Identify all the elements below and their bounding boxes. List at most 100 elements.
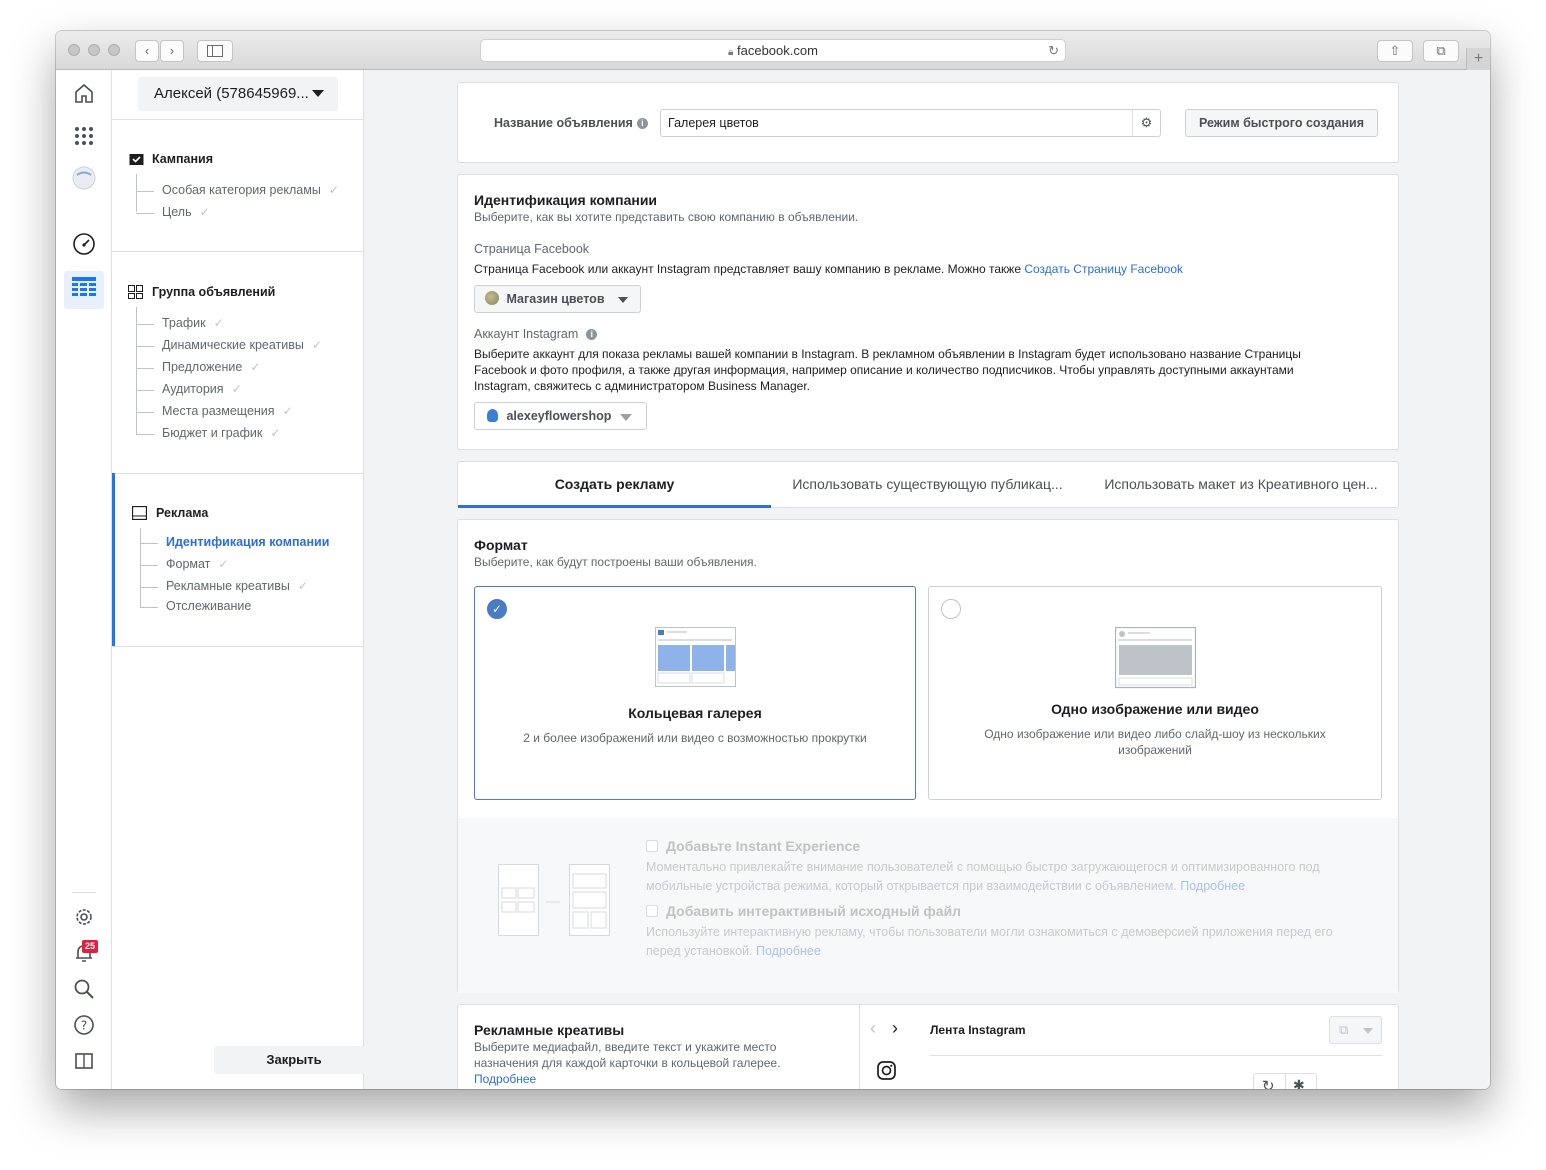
minimize-window-button[interactable] bbox=[88, 44, 100, 56]
single-image-title: Одно изображение или видео bbox=[1051, 701, 1259, 717]
page-content: 25 ? Алексей (578645969... Кампания Особ… bbox=[56, 70, 1490, 1089]
editor-navigation: Алексей (578645969... Кампания Особая ка… bbox=[112, 70, 374, 1089]
gear-icon[interactable]: ⚙ bbox=[1132, 110, 1160, 136]
quick-creation-mode-button[interactable]: Режим быстрого создания bbox=[1185, 109, 1378, 137]
nav-section-campaign[interactable]: Кампания bbox=[152, 152, 213, 166]
preview-share-dropdown[interactable]: ⧉ bbox=[1329, 1016, 1382, 1044]
forward-button[interactable]: › bbox=[160, 40, 184, 62]
nav-item-offer[interactable]: Предложение ✓ bbox=[136, 360, 261, 374]
check-icon: ✓ bbox=[282, 404, 293, 418]
identity-card: Идентификация компании Выберите, как вы … bbox=[457, 174, 1399, 450]
back-button[interactable]: ‹ bbox=[135, 40, 159, 62]
nav-item-audience[interactable]: Аудитория ✓ bbox=[136, 382, 242, 396]
refresh-icon[interactable]: ↻ bbox=[1262, 1077, 1275, 1089]
nav-item-objective[interactable]: Цель ✓ bbox=[136, 205, 210, 219]
sidebar-toggle-button[interactable] bbox=[197, 40, 233, 62]
nav-item-tracking[interactable]: Отслеживание bbox=[140, 599, 251, 613]
settings-gear-icon[interactable] bbox=[70, 906, 98, 934]
identity-subtitle: Выберите, как вы хотите представить свою… bbox=[474, 210, 859, 224]
instagram-account-name: alexeyflowershop bbox=[506, 409, 612, 423]
chevron-right-icon: › bbox=[892, 1018, 898, 1038]
bug-report-icon[interactable]: ✱ bbox=[1293, 1077, 1305, 1089]
nav-item-special-category[interactable]: Особая категория рекламы ✓ bbox=[136, 183, 339, 197]
create-page-link[interactable]: Создать Страницу Facebook bbox=[1024, 262, 1183, 276]
nav-divider bbox=[112, 646, 364, 647]
nav-section-adset[interactable]: Группа объявлений bbox=[152, 285, 275, 299]
playable-asset-checkbox[interactable] bbox=[646, 905, 658, 917]
format-title: Формат bbox=[474, 537, 528, 553]
zoom-window-button[interactable] bbox=[108, 44, 120, 56]
share-icon: ⇧ bbox=[1389, 43, 1401, 58]
instant-experience-checkbox[interactable] bbox=[646, 840, 658, 852]
ad-name-label: Название объявления i bbox=[494, 116, 648, 130]
url-text: facebook.com bbox=[737, 43, 818, 58]
account-selector[interactable]: Алексей (578645969... bbox=[138, 77, 338, 111]
ad-creative-learn-more-link[interactable]: Подробнее bbox=[474, 1071, 780, 1087]
share-button[interactable]: ⇧ bbox=[1377, 40, 1413, 62]
nav-divider bbox=[112, 251, 364, 252]
nav-item-placements[interactable]: Места размещения ✓ bbox=[136, 404, 293, 418]
single-image-radio[interactable] bbox=[941, 599, 961, 619]
address-bar[interactable]: 🔒︎ facebook.com ↻ bbox=[480, 39, 1066, 62]
nav-item-format[interactable]: Формат ✓ bbox=[140, 557, 228, 571]
tree-line bbox=[136, 307, 137, 435]
nav-item-identity[interactable]: Идентификация компании bbox=[140, 535, 329, 549]
instant-experience-illustration-icon bbox=[498, 864, 610, 936]
instagram-account-dropdown[interactable]: alexeyflowershop bbox=[474, 402, 647, 430]
instagram-icon[interactable] bbox=[877, 1061, 896, 1080]
nav-item-ad-creative[interactable]: Рекламные креативы ✓ bbox=[140, 579, 308, 593]
playable-asset-option: Добавить интерактивный исходный файл bbox=[646, 903, 961, 919]
report-icon[interactable] bbox=[70, 1050, 98, 1078]
check-icon: ✓ bbox=[250, 360, 261, 374]
main-editor: Название объявления i Галерея цветов ⚙ Ре… bbox=[457, 70, 1399, 1089]
nav-section-ad[interactable]: Реклама bbox=[156, 506, 208, 520]
single-image-illustration-icon bbox=[1115, 627, 1196, 689]
format-subtitle: Выберите, как будут построены ваши объяв… bbox=[474, 555, 757, 569]
format-option-carousel[interactable]: ✓ Кольцевая галерея 2 и более изображени… bbox=[474, 586, 916, 800]
instagram-avatar-icon bbox=[487, 409, 498, 422]
notifications-bell-icon[interactable]: 25 bbox=[70, 940, 98, 970]
nav-item-traffic[interactable]: Трафик ✓ bbox=[136, 316, 224, 330]
playable-asset-learn-more-link[interactable]: Подробнее bbox=[756, 944, 821, 958]
facebook-page-dropdown[interactable]: Магазин цветов bbox=[474, 285, 641, 313]
caret-down-icon bbox=[312, 90, 324, 97]
preview-toolbar: ↻ ✱ bbox=[1253, 1073, 1317, 1089]
ad-name-value: Галерея цветов bbox=[668, 116, 759, 130]
caret-down-icon bbox=[1363, 1028, 1373, 1034]
instagram-description: Выберите аккаунт для показа рекламы ваше… bbox=[474, 347, 1301, 393]
format-card: Формат Выберите, как будут построены ваш… bbox=[457, 519, 1399, 993]
preview-next-button[interactable]: › bbox=[892, 1018, 898, 1039]
tree-line bbox=[140, 528, 141, 608]
ad-name-input[interactable]: Галерея цветов ⚙ bbox=[660, 109, 1161, 137]
help-icon[interactable]: ? bbox=[70, 1014, 98, 1042]
reload-icon[interactable]: ↻ bbox=[1048, 40, 1059, 62]
chevron-left-icon: ‹ bbox=[870, 1018, 876, 1038]
preview-prev-button[interactable]: ‹ bbox=[870, 1018, 876, 1039]
nav-item-budget-schedule[interactable]: Бюджет и график ✓ bbox=[136, 426, 280, 440]
account-name: Алексей (578645969... bbox=[154, 85, 309, 102]
chevron-left-icon: ‹ bbox=[144, 43, 150, 58]
external-link-icon: ⧉ bbox=[1339, 1022, 1349, 1037]
format-option-single-image[interactable]: Одно изображение или видео Одно изображе… bbox=[928, 586, 1382, 800]
new-tab-button[interactable]: + bbox=[1466, 48, 1490, 70]
tab-use-creative-hub-mockup[interactable]: Использовать макет из Креативного цен... bbox=[1084, 462, 1398, 508]
tabs-overview-button[interactable]: ⧉ bbox=[1423, 40, 1459, 62]
info-icon: i bbox=[586, 329, 598, 340]
page-avatar-icon[interactable] bbox=[70, 166, 98, 194]
ads-manager-table-icon[interactable] bbox=[70, 276, 98, 304]
instant-experience-learn-more-link[interactable]: Подробнее bbox=[1180, 879, 1245, 893]
close-window-button[interactable] bbox=[68, 44, 80, 56]
chevron-down-icon bbox=[620, 414, 632, 421]
dashboard-gauge-icon[interactable] bbox=[70, 232, 98, 260]
tab-create-ad[interactable]: Создать рекламу bbox=[458, 462, 771, 508]
lock-icon: 🔒︎ bbox=[728, 47, 734, 58]
check-icon: ✓ bbox=[199, 205, 210, 219]
home-icon[interactable] bbox=[70, 82, 98, 110]
nav-item-dynamic-creative[interactable]: Динамические креативы ✓ bbox=[136, 338, 322, 352]
tab-use-existing-post[interactable]: Использовать существующую публикац... bbox=[771, 462, 1084, 508]
close-button[interactable]: Закрыть bbox=[214, 1046, 374, 1074]
carousel-title: Кольцевая галерея bbox=[628, 705, 762, 721]
search-icon[interactable] bbox=[70, 978, 98, 1006]
ad-name-card: Название объявления i Галерея цветов ⚙ Ре… bbox=[457, 82, 1399, 163]
apps-grid-icon[interactable] bbox=[70, 126, 98, 154]
